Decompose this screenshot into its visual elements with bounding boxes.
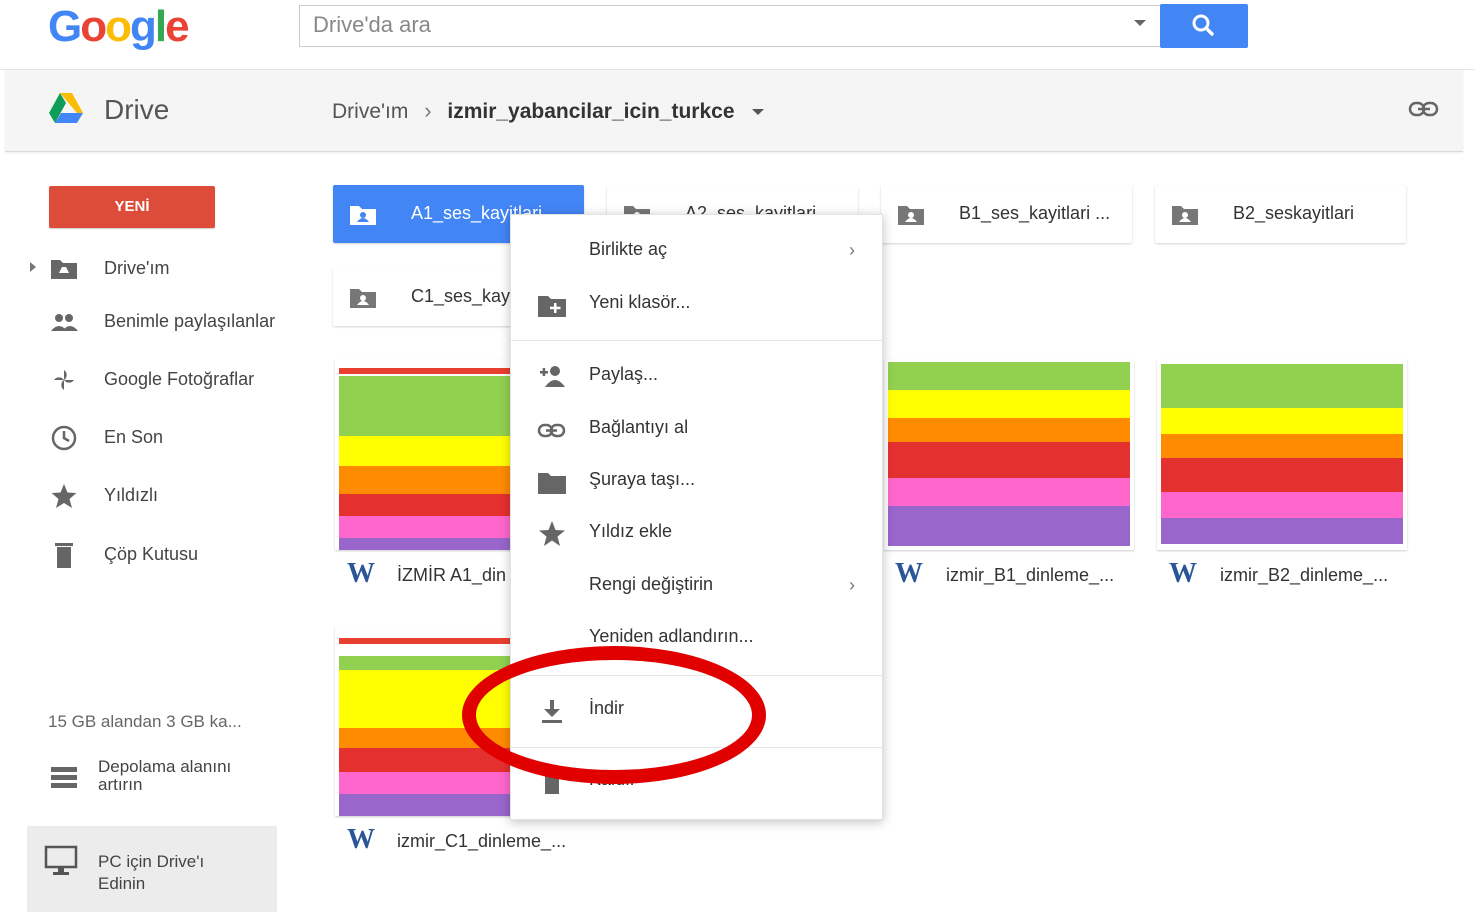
sidebar-item-shared-with-me[interactable]: Benimle paylaşılanlar xyxy=(30,301,300,341)
shared-people-icon xyxy=(51,314,78,331)
folder-name: B2_seskayitlari xyxy=(1233,203,1355,223)
menu-item-move-to[interactable]: Şuraya taşı... xyxy=(511,456,883,506)
file-name[interactable]: İZMİR A1_din xyxy=(397,565,506,586)
folder-tile[interactable]: B2_seskayitlari xyxy=(1155,185,1406,243)
shared-folder-icon xyxy=(350,206,376,225)
menu-item-add-star[interactable]: Yıldız ekle xyxy=(511,508,883,558)
upgrade-storage-link[interactable]: Depolama alanını artırın xyxy=(98,758,231,794)
shared-folder-icon xyxy=(1172,206,1198,225)
google-logo[interactable]: Google xyxy=(48,2,190,52)
breadcrumb-current-folder[interactable]: izmir_yabancilar_icin_turkce xyxy=(447,100,734,123)
folder-tile[interactable]: B1_ses_kayitlari ... xyxy=(881,185,1132,243)
upgrade-storage-line2: artırın xyxy=(98,775,143,794)
sidebar-item-label: En Son xyxy=(104,427,164,447)
breadcrumb: Drive'ım › izmir_yabancilar_icin_turkce xyxy=(332,98,765,124)
my-drive-icon xyxy=(51,260,77,279)
menu-item-label: Birlikte aç xyxy=(589,239,668,259)
pc-line1: PC için Drive'ı xyxy=(98,852,205,871)
menu-item-open-with[interactable]: Birlikte aç › xyxy=(511,226,883,276)
sidebar-item-label: Google Fotoğraflar xyxy=(104,369,255,389)
folder-name: B1_ses_kayitlari ... xyxy=(959,203,1111,223)
menu-item-label: Yeni klasör... xyxy=(589,292,691,312)
folder-move-icon xyxy=(538,473,566,494)
link-icon[interactable] xyxy=(1408,100,1440,120)
highlight-annotation-ellipse xyxy=(462,646,766,784)
shared-folder-icon xyxy=(350,289,376,308)
star-icon xyxy=(51,484,77,508)
drive-logo-icon xyxy=(49,93,83,123)
sidebar-item-trash[interactable]: Çöp Kutusu xyxy=(30,534,300,574)
storage-usage-text: 15 GB alandan 3 GB ka... xyxy=(48,712,242,731)
new-folder-icon xyxy=(538,296,566,317)
menu-item-label: Rengi değiştirin xyxy=(589,574,714,594)
clock-icon xyxy=(51,425,77,451)
folder-menu-caret-icon[interactable] xyxy=(752,109,765,116)
menu-item-label: Paylaş... xyxy=(589,364,659,384)
drive-app-title: Drive xyxy=(104,94,170,125)
sidebar-item-label: Yıldızlı xyxy=(104,485,159,505)
sidebar-item-google-photos[interactable]: Google Fotoğraflar xyxy=(30,359,300,399)
word-doc-icon: W xyxy=(895,558,923,589)
menu-item-get-link[interactable]: Bağlantıyı al xyxy=(511,404,883,454)
sidebar-item-label: Benimle paylaşılanlar xyxy=(104,311,276,331)
menu-item-change-color[interactable]: Rengi değiştirin › xyxy=(511,561,883,611)
search-icon xyxy=(1192,14,1214,36)
pc-line2: Edinin xyxy=(98,874,146,893)
menu-item-label: Bağlantıyı al xyxy=(589,417,689,437)
word-doc-icon: W xyxy=(347,824,375,855)
file-thumbnail[interactable] xyxy=(884,360,1134,550)
file-thumbnail[interactable] xyxy=(1157,360,1407,550)
search-button[interactable] xyxy=(1160,4,1248,48)
breadcrumb-separator-icon: › xyxy=(424,98,432,123)
storage-upgrade-icon xyxy=(51,767,77,788)
word-doc-icon: W xyxy=(347,558,375,589)
submenu-arrow-icon: › xyxy=(849,240,855,260)
trash-icon xyxy=(55,543,73,568)
search-box[interactable] xyxy=(299,5,1161,47)
menu-item-label: Yeniden adlandırın... xyxy=(589,626,754,646)
photos-pinwheel-icon xyxy=(54,370,74,390)
expand-arrow-icon[interactable] xyxy=(30,262,36,272)
menu-item-new-folder[interactable]: Yeni klasör... xyxy=(511,279,883,329)
star-icon xyxy=(539,521,565,546)
search-options-dropdown-icon[interactable] xyxy=(1134,20,1146,26)
new-button[interactable]: YENİ xyxy=(49,186,215,228)
word-doc-icon: W xyxy=(1169,558,1197,589)
sidebar-item-label: Drive'ım xyxy=(104,258,170,278)
submenu-arrow-icon: › xyxy=(849,575,855,595)
shared-folder-icon xyxy=(898,206,924,225)
search-input[interactable] xyxy=(300,6,1100,44)
menu-divider xyxy=(511,340,883,341)
sidebar-item-my-drive[interactable]: Drive'ım xyxy=(30,248,300,288)
get-drive-for-pc-link[interactable]: PC için Drive'ı Edinin xyxy=(98,851,204,895)
menu-item-label: Şuraya taşı... xyxy=(589,469,696,489)
upgrade-storage-line1: Depolama alanını xyxy=(98,757,232,776)
file-name[interactable]: izmir_C1_dinleme_... xyxy=(397,831,566,852)
sidebar-item-starred[interactable]: Yıldızlı xyxy=(30,475,300,515)
sidebar-item-label: Çöp Kutusu xyxy=(104,544,199,564)
breadcrumb-root[interactable]: Drive'ım xyxy=(332,100,408,123)
desktop-monitor-icon xyxy=(44,845,78,875)
menu-item-share[interactable]: Paylaş... xyxy=(511,351,883,401)
sidebar-item-recent[interactable]: En Son xyxy=(30,417,300,457)
link-icon xyxy=(537,423,566,438)
file-name[interactable]: izmir_B2_dinleme_... xyxy=(1220,565,1388,586)
menu-item-label: Yıldız ekle xyxy=(589,521,673,541)
file-name[interactable]: izmir_B1_dinleme_... xyxy=(946,565,1114,586)
share-person-add-icon xyxy=(540,366,565,387)
